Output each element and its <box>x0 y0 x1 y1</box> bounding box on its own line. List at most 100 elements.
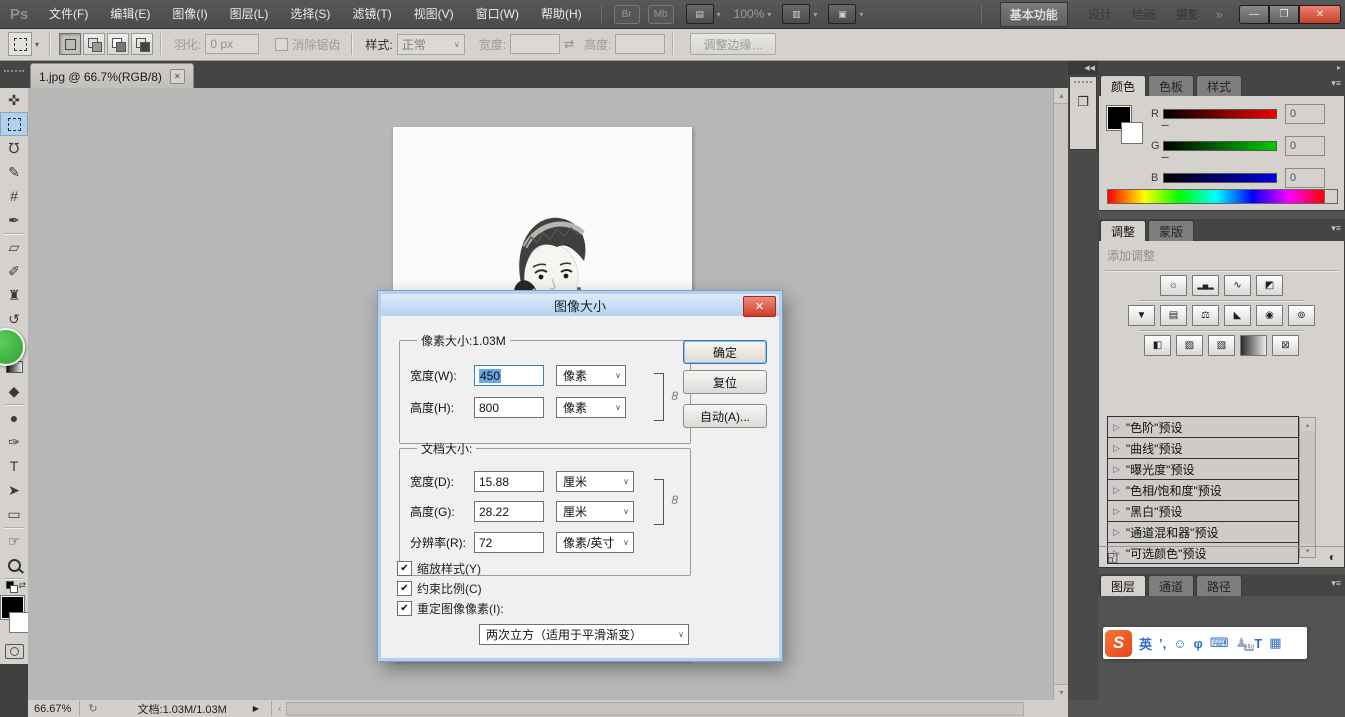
preset-levels[interactable]: ▷"色阶"预设 <box>1107 416 1299 438</box>
tab-paths[interactable]: 路径 <box>1196 575 1242 596</box>
tab-styles[interactable]: 样式 <box>1196 75 1242 96</box>
menu-select[interactable]: 选择(S) <box>279 0 341 28</box>
background-color-swatch[interactable] <box>9 612 30 633</box>
preset-hue-saturation[interactable]: ▷"色相/饱和度"预设 <box>1107 479 1299 501</box>
ok-button[interactable]: 确定 <box>683 340 767 364</box>
slider-thumb[interactable] <box>1161 119 1169 125</box>
workspace-design[interactable]: 设计 <box>1088 6 1112 23</box>
zoom-percentage-input[interactable]: 66.67% <box>34 701 80 716</box>
selection-mode-subtract-button[interactable] <box>107 33 129 55</box>
tab-swatches[interactable]: 色板 <box>1148 75 1194 96</box>
background-color-swatch[interactable] <box>1121 122 1143 144</box>
expand-arrow-icon[interactable]: ▷ <box>1113 422 1120 433</box>
expand-arrow-icon[interactable]: ▷ <box>1113 527 1120 538</box>
tab-channels[interactable]: 通道 <box>1148 575 1194 596</box>
current-tool-icon[interactable] <box>8 32 32 56</box>
arrange-documents-icon[interactable]: ▥ <box>782 4 810 24</box>
resolution-unit-select[interactable]: 像素/英寸∨ <box>556 532 634 553</box>
selective-color-icon[interactable]: ⊠ <box>1272 335 1299 356</box>
keyboard-icon[interactable]: ⌨ <box>1210 635 1229 651</box>
menu-image[interactable]: 图像(I) <box>161 0 218 28</box>
constrain-proportions-checkbox[interactable]: ✔ <box>397 581 412 596</box>
spectrum-bw-end[interactable] <box>1324 189 1338 204</box>
menu-file[interactable]: 文件(F) <box>38 0 99 28</box>
scale-styles-checkbox[interactable]: ✔ <box>397 561 412 576</box>
panel-menu-icon[interactable]: ▾≡ <box>1331 578 1341 589</box>
menu-window[interactable]: 窗口(W) <box>465 0 530 28</box>
default-swap-colors[interactable]: ⇄ <box>0 580 28 594</box>
expanded-view-icon[interactable]: ◱ <box>1107 550 1118 564</box>
workspace-basic[interactable]: 基本功能 <box>1000 2 1068 27</box>
tab-close-icon[interactable]: ✕ <box>170 69 185 84</box>
menu-edit[interactable]: 编辑(E) <box>99 0 161 28</box>
close-button[interactable]: ✕ <box>1299 5 1341 24</box>
collapse-dock-arrow[interactable]: ▸ <box>1098 60 1345 74</box>
chevron-down-icon[interactable]: ▾ <box>767 10 771 19</box>
workspace-overflow-icon[interactable]: » <box>1216 7 1223 22</box>
dialog-title[interactable]: 图像大小 <box>381 294 779 316</box>
expand-arrow-icon[interactable]: ▷ <box>1113 485 1120 496</box>
dialog-close-button[interactable]: ✕ <box>743 296 776 317</box>
menu-help[interactable]: 帮助(H) <box>530 0 593 28</box>
user-icon[interactable]: ♟15 <box>1236 635 1248 651</box>
minibridge-button[interactable]: Mb <box>648 5 674 24</box>
clip-to-layer-icon[interactable]: ◐ <box>1329 550 1336 564</box>
preset-curves[interactable]: ▷"曲线"预设 <box>1107 437 1299 459</box>
levels-icon[interactable]: ▂▅▂ <box>1192 275 1219 296</box>
blue-slider[interactable] <box>1163 173 1277 183</box>
clone-stamp-tool[interactable]: ♜ <box>0 283 28 307</box>
chevron-down-icon[interactable]: ▾ <box>859 10 863 19</box>
menu-filter[interactable]: 滤镜(T) <box>341 0 402 28</box>
view-extras-icon[interactable]: ▤ <box>686 4 714 24</box>
hscroll-left-icon[interactable]: ‹ <box>271 701 282 716</box>
emoji-icon[interactable]: ☺ <box>1173 636 1186 651</box>
color-balance-icon[interactable]: ⚖ <box>1192 305 1219 326</box>
gradient-map-icon[interactable] <box>1240 335 1267 356</box>
expand-arrow-icon[interactable]: ▷ <box>1113 443 1120 454</box>
slider-thumb[interactable] <box>1161 151 1169 157</box>
punctuation-icon[interactable]: ’, <box>1159 636 1166 651</box>
history-panel-icon[interactable]: ❐ <box>1072 91 1094 113</box>
rectangular-marquee-tool[interactable] <box>0 112 28 136</box>
menu-layer[interactable]: 图层(L) <box>219 0 280 28</box>
brush-tool[interactable]: ✐ <box>0 259 28 283</box>
doc-height-input[interactable]: 28.22 <box>474 501 544 522</box>
workspace-painting[interactable]: 绘画 <box>1132 6 1156 23</box>
canvas-horizontal-scrollbar[interactable] <box>286 702 1024 716</box>
preset-exposure[interactable]: ▷"曝光度"预设 <box>1107 458 1299 480</box>
bridge-button[interactable]: Br <box>614 5 640 24</box>
pixel-height-unit-select[interactable]: 像素∨ <box>556 397 626 418</box>
pixel-width-unit-select[interactable]: 像素∨ <box>556 365 626 386</box>
expand-arrow-icon[interactable]: ▷ <box>1113 506 1120 517</box>
sogou-logo[interactable]: S <box>1105 630 1132 657</box>
feather-input[interactable]: 0 px <box>205 34 259 54</box>
skin-icon[interactable]: T <box>1254 636 1262 651</box>
curves-icon[interactable]: ∿ <box>1224 275 1251 296</box>
path-selection-tool[interactable]: ➤ <box>0 478 28 502</box>
scroll-down-icon[interactable]: ▾ <box>1054 684 1069 700</box>
brightness-contrast-icon[interactable]: ☼ <box>1160 275 1187 296</box>
green-slider[interactable] <box>1163 141 1277 151</box>
height-input[interactable] <box>615 34 665 54</box>
rectangle-tool[interactable]: ▭ <box>0 502 28 526</box>
invert-icon[interactable]: ◧ <box>1144 335 1171 356</box>
type-tool[interactable]: T <box>0 454 28 478</box>
quick-selection-tool[interactable]: ✎ <box>0 160 28 184</box>
lasso-tool[interactable]: ℧ <box>0 136 28 160</box>
status-popup-arrow-icon[interactable]: ▶ <box>253 704 259 713</box>
presets-scrollbar[interactable]: ▴ ▾ <box>1299 417 1316 558</box>
refine-edge-button[interactable]: 调整边缘… <box>690 33 776 55</box>
auto-button[interactable]: 自动(A)... <box>683 404 767 428</box>
exposure-icon[interactable]: ◩ <box>1256 275 1283 296</box>
move-tool[interactable]: ✜ <box>0 88 28 112</box>
expand-dock-arrows[interactable]: ◀◀ <box>1068 60 1098 75</box>
width-input[interactable] <box>510 34 560 54</box>
quick-mask-button[interactable] <box>0 640 28 662</box>
doc-width-input[interactable]: 15.88 <box>474 471 544 492</box>
zoom-level-control[interactable]: 100% <box>734 7 765 21</box>
doc-width-unit-select[interactable]: 厘米∨ <box>556 471 634 492</box>
panel-menu-icon[interactable]: ▾≡ <box>1331 223 1341 234</box>
panel-grip[interactable] <box>1074 81 1092 83</box>
selection-mode-new-button[interactable] <box>59 33 81 55</box>
canvas-vertical-scrollbar[interactable]: ▴ ▾ <box>1053 88 1069 700</box>
